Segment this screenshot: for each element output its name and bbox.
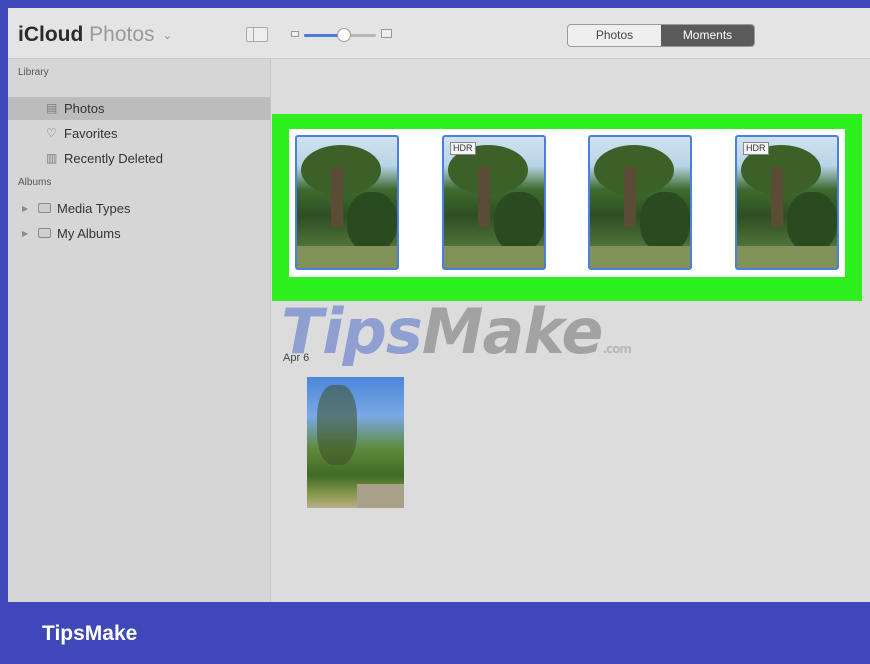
tab-moments[interactable]: Moments [661, 25, 754, 46]
folder-icon [38, 228, 51, 238]
chevron-down-icon: ⌄ [162, 28, 173, 43]
sidebar-toggle-icon[interactable] [246, 27, 268, 42]
sidebar-item-label: Recently Deleted [64, 151, 163, 166]
thumbnail-bush [494, 192, 544, 252]
app-title-brand: iCloud [18, 23, 84, 46]
zoom-slider[interactable] [304, 28, 376, 42]
photo-grid: HDR HDR Apr 6 [271, 59, 870, 602]
sidebar-item-label: Media Types [57, 201, 131, 216]
thumbnail-path [357, 484, 404, 508]
thumbnail-trunk [624, 167, 636, 227]
thumbnail-ground [737, 246, 837, 268]
photo-thumbnail[interactable]: HDR [442, 135, 546, 270]
thumbnail-trunk [478, 167, 490, 227]
folder-icon [38, 203, 51, 213]
selected-photos-row: HDR HDR [289, 129, 845, 277]
photo-thumbnail[interactable] [307, 377, 404, 508]
thumbnail-trunk [771, 167, 783, 227]
photos-icon: ▤ [46, 101, 58, 115]
tab-photos[interactable]: Photos [568, 25, 661, 46]
footer-brand: TipsMake [42, 622, 138, 645]
thumbnail-bush [347, 192, 397, 252]
heart-icon: ♡ [46, 126, 57, 140]
hdr-badge: HDR [743, 142, 769, 155]
photo-thumbnail[interactable] [588, 135, 692, 270]
sidebar-item-label: Photos [64, 101, 105, 116]
icloud-photos-window: iCloud Photos ⌄ Photos Moments Library ▤… [8, 8, 870, 602]
zoom-in-icon[interactable] [381, 29, 392, 38]
zoom-out-icon[interactable] [291, 31, 299, 37]
thumbnail-bush [640, 192, 690, 252]
library-section-label: Library [18, 67, 49, 78]
zoom-slider-knob[interactable] [336, 28, 351, 42]
thumbnail-trunk [331, 167, 343, 227]
albums-section-label: Albums [18, 177, 52, 188]
sidebar-item-my-albums[interactable]: ▶ My Albums [8, 222, 270, 245]
sidebar-item-favorites[interactable]: ♡ Favorites [8, 122, 270, 145]
app-title-name: Photos [89, 23, 155, 46]
sidebar-item-label: My Albums [57, 226, 121, 241]
sidebar-item-recently-deleted[interactable]: ▥ Recently Deleted [8, 147, 270, 170]
app-title[interactable]: iCloud Photos ⌄ [18, 23, 172, 47]
sidebar-item-label: Favorites [64, 126, 118, 141]
thumbnail-ground [297, 246, 397, 268]
trash-icon: ▥ [46, 151, 58, 165]
hdr-badge: HDR [450, 142, 476, 155]
thumbnail-tree [317, 385, 357, 465]
selection-highlight: HDR HDR [272, 114, 862, 301]
moment-date-label: Apr 6 [283, 352, 310, 364]
sidebar: Library ▤ Photos ♡ Favorites ▥ Recently … [8, 59, 271, 602]
sidebar-item-media-types[interactable]: ▶ Media Types [8, 197, 270, 220]
view-segmented-control: Photos Moments [567, 24, 755, 47]
disclosure-triangle-icon[interactable]: ▶ [22, 197, 28, 220]
toolbar: iCloud Photos ⌄ Photos Moments [8, 8, 870, 59]
photo-thumbnail[interactable] [295, 135, 399, 270]
disclosure-triangle-icon[interactable]: ▶ [22, 222, 28, 245]
photo-thumbnail[interactable]: HDR [735, 135, 839, 270]
sidebar-item-photos[interactable]: ▤ Photos [8, 97, 270, 120]
thumbnail-ground [590, 246, 690, 268]
thumbnail-bush [787, 192, 837, 252]
thumbnail-ground [444, 246, 544, 268]
